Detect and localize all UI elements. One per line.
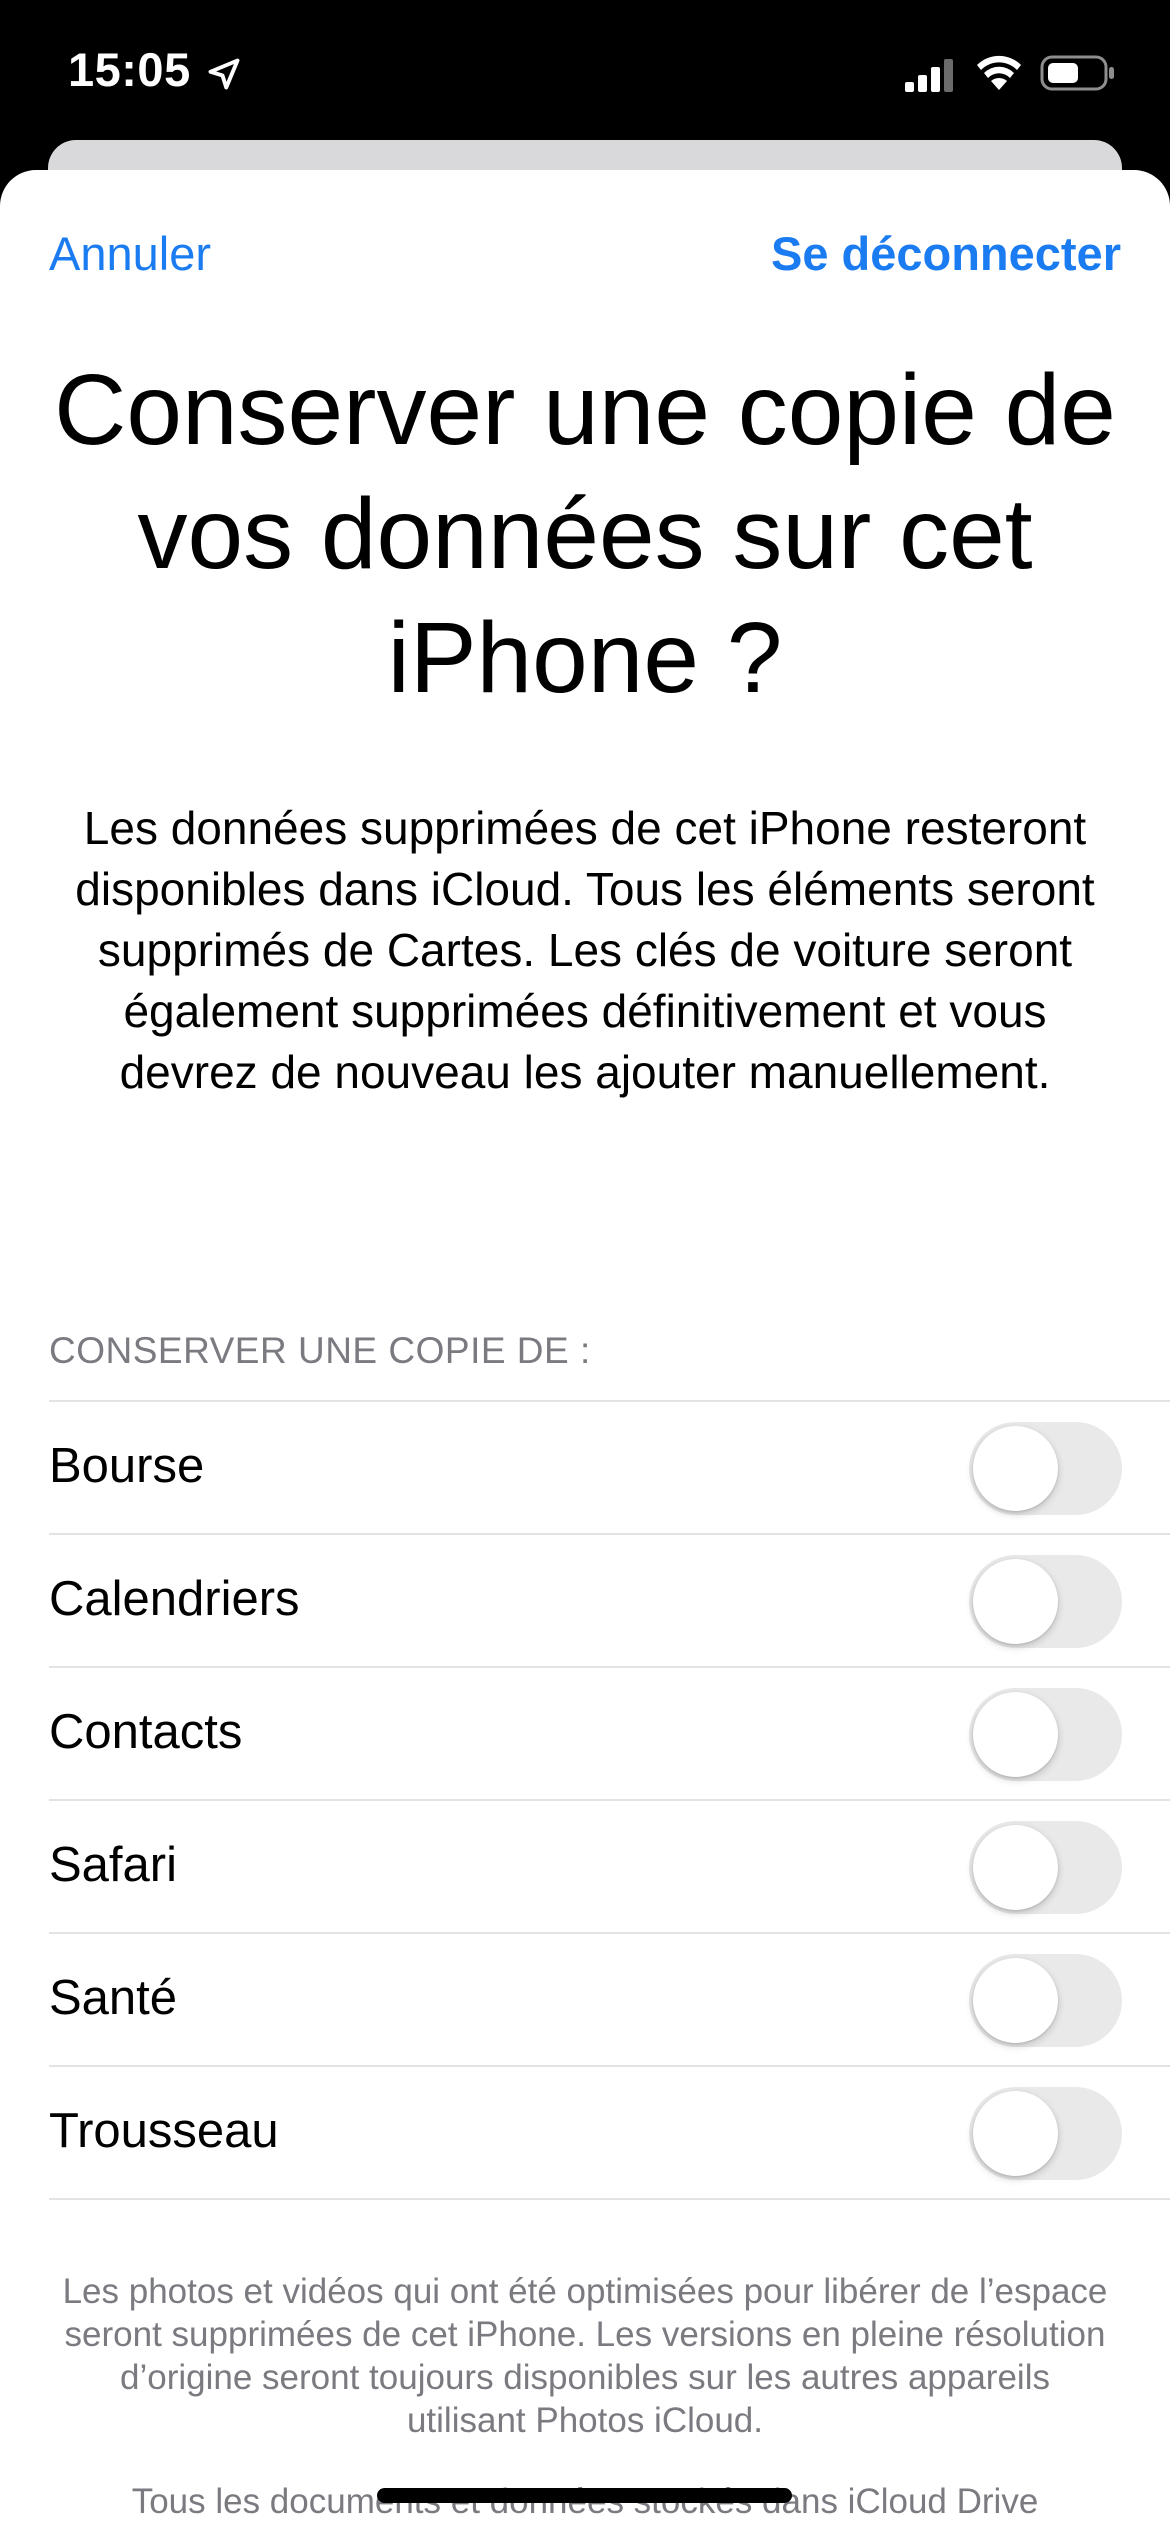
sign-out-button[interactable]: Se déconnecter	[771, 226, 1121, 281]
list-item-bourse: Bourse	[49, 1400, 1170, 1533]
location-arrow-icon	[208, 58, 240, 90]
section-header: CONSERVER UNE COPIE DE :	[49, 1330, 591, 1371]
description-text: Les données supprimées de cet iPhone res…	[75, 802, 1095, 1098]
toggle-knob	[973, 1426, 1058, 1511]
keep-copy-list: Bourse Calendriers Contacts Safari Santé…	[49, 1400, 1170, 2200]
safari-toggle[interactable]	[969, 1821, 1122, 1914]
battery-icon	[1040, 55, 1114, 91]
sign-out-sheet: Annuler Se déconnecter Conserver une cop…	[0, 170, 1170, 2532]
list-item-label: Trousseau	[49, 2104, 279, 2158]
contacts-toggle[interactable]	[969, 1688, 1122, 1781]
list-item-label: Santé	[49, 1971, 178, 2025]
list-item-label: Calendriers	[49, 1572, 300, 1626]
calendriers-toggle[interactable]	[969, 1555, 1122, 1648]
toggle-knob	[973, 1559, 1058, 1644]
list-item-sante: Santé	[49, 1932, 1170, 2065]
toggle-knob	[973, 1825, 1058, 1910]
list-item-trousseau: Trousseau	[49, 2065, 1170, 2200]
list-item-label: Contacts	[49, 1705, 243, 1759]
sante-toggle[interactable]	[969, 1954, 1122, 2047]
wifi-icon	[977, 55, 1021, 90]
cancel-button[interactable]: Annuler	[49, 226, 211, 281]
trousseau-toggle[interactable]	[969, 2087, 1122, 2180]
list-item-contacts: Contacts	[49, 1666, 1170, 1799]
list-item-safari: Safari	[49, 1799, 1170, 1932]
toggle-knob	[973, 2091, 1058, 2176]
status-time: 15:05	[68, 43, 191, 96]
bourse-toggle[interactable]	[969, 1422, 1122, 1515]
list-item-label: Bourse	[49, 1439, 205, 1493]
home-indicator[interactable]	[377, 2488, 792, 2503]
photos-footer-note: Les photos et vidéos qui ont été optimis…	[62, 2272, 1108, 2440]
status-bar: 15:05	[0, 0, 1170, 150]
page-title: Conserver une copie de vos données sur c…	[54, 354, 1116, 714]
cellular-signal-icon	[905, 59, 953, 92]
list-item-calendriers: Calendriers	[49, 1533, 1170, 1666]
toggle-knob	[973, 1958, 1058, 2043]
toggle-knob	[973, 1692, 1058, 1777]
list-item-label: Safari	[49, 1838, 178, 1892]
